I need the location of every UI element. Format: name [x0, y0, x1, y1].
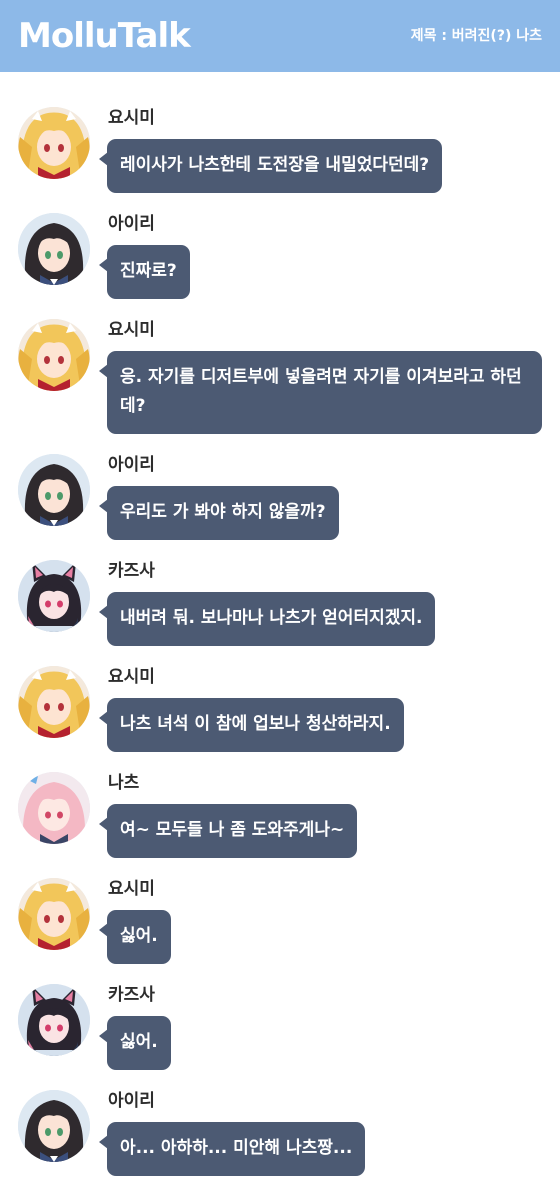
yoshimi-avatar-icon[interactable] [18, 107, 90, 179]
sender-name: 요시미 [108, 879, 155, 899]
message-bubble: 진짜로? [99, 245, 190, 299]
sender-name: 카즈사 [108, 985, 155, 1005]
yoshimi-avatar-icon[interactable] [18, 319, 90, 391]
sender-name: 요시미 [108, 320, 155, 340]
message-bubble: 응. 자기를 디저트부에 넣을려면 자기를 이겨보라고 하던데? [99, 351, 542, 434]
message-bubble: 아... 아하하... 미안해 나츠짱... [98, 1122, 366, 1176]
yoshimi-avatar-icon[interactable] [18, 878, 90, 950]
app-header: MolluTalk 제목 : 버려진(?) 나츠 [0, 0, 560, 72]
sender-name: 요시미 [108, 667, 155, 687]
app-title: MolluTalk [18, 16, 191, 56]
message-bubble: 여~ 모두들 나 좀 도와주게나~ [98, 804, 358, 858]
message-bubble: 레이사가 나츠한테 도전장을 내밀었다던데? [98, 139, 443, 193]
chat-subject: 제목 : 버려진(?) 나츠 [410, 28, 542, 44]
message-bubble: 내버려 둬. 보나마나 나츠가 얻어터지겠지. [98, 592, 436, 646]
message-bubble: 우리도 가 봐야 하지 않을까? [99, 486, 339, 540]
sender-name: 나츠 [108, 773, 140, 793]
sender-name: 카즈사 [108, 561, 155, 581]
airi-avatar-icon[interactable] [18, 454, 90, 526]
airi-avatar-icon[interactable] [18, 1090, 90, 1162]
message-bubble: 싫어. [99, 1016, 171, 1070]
message-bubble: 싫어. [99, 910, 171, 964]
chat-log[interactable]: 요시미 레이사가 나츠한테 도전장을 내밀었다던데? 아이리 진짜로? 요시미 … [0, 72, 560, 1200]
sender-name: 아이리 [108, 455, 155, 475]
sender-name: 아이리 [108, 214, 155, 234]
kazusa-avatar-icon[interactable] [18, 560, 90, 632]
kazusa-avatar-icon[interactable] [18, 984, 90, 1056]
sender-name: 요시미 [108, 108, 155, 128]
natsu-avatar-icon[interactable] [18, 772, 90, 844]
sender-name: 아이리 [108, 1091, 155, 1111]
message-bubble: 나츠 녀석 이 참에 업보나 청산하라지. [99, 698, 404, 752]
airi-avatar-icon[interactable] [18, 213, 90, 285]
yoshimi-avatar-icon[interactable] [18, 666, 90, 738]
